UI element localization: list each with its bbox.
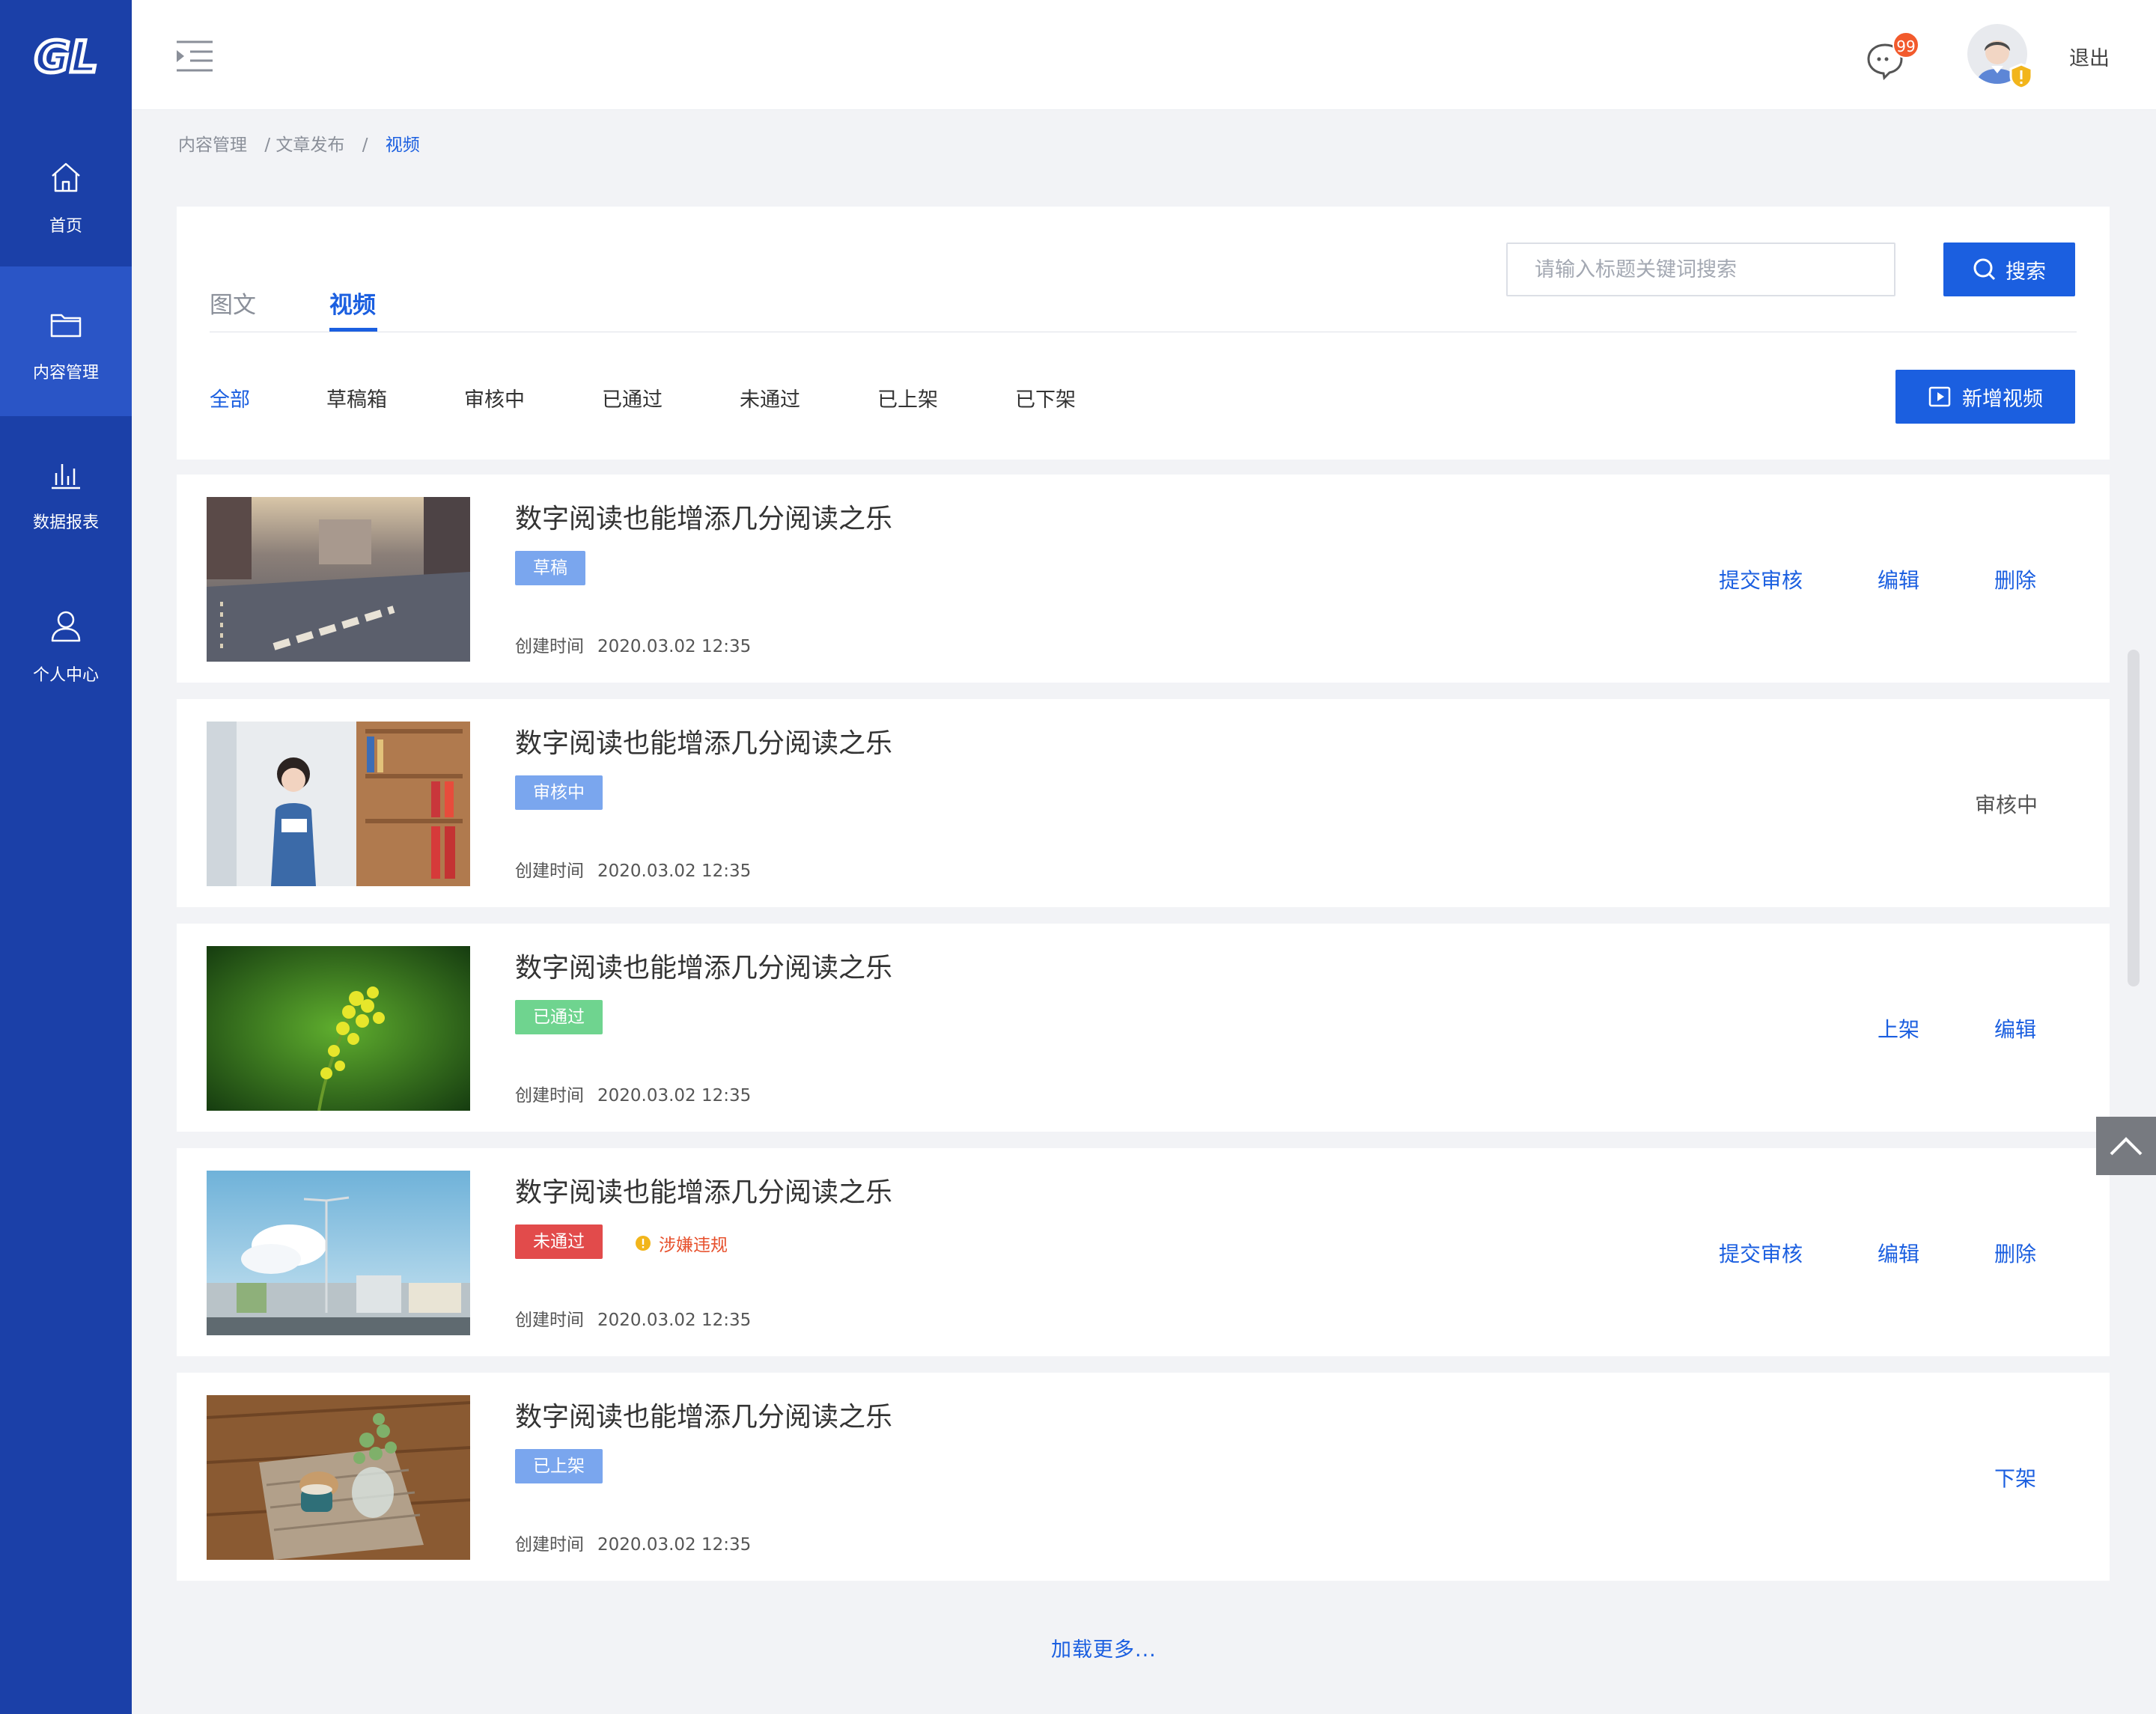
- list-item: 数字阅读也能增添几分阅读之乐 已通过 创建时间 2020.03.02 12:35 …: [177, 924, 2110, 1132]
- chevron-up-icon: [2110, 1137, 2143, 1156]
- edit-link[interactable]: 编辑: [1878, 564, 1919, 594]
- edit-link[interactable]: 编辑: [1878, 1238, 1919, 1268]
- list-item: 数字阅读也能增添几分阅读之乐 未通过 涉嫌违规 创建时间 2020.03.02 1…: [177, 1148, 2110, 1356]
- video-thumbnail[interactable]: [207, 1395, 470, 1560]
- menu-toggle-icon[interactable]: [174, 37, 216, 75]
- created-time: 创建时间 2020.03.02 12:35: [515, 1535, 752, 1555]
- delete-link[interactable]: 删除: [1994, 1238, 2036, 1268]
- search-button[interactable]: 搜索: [1943, 243, 2075, 296]
- add-video-button[interactable]: 新增视频: [1895, 370, 2075, 424]
- review-status-text: 审核中: [1975, 793, 2038, 817]
- submit-review-link[interactable]: 提交审核: [1719, 564, 1803, 594]
- status-badge: 未通过: [515, 1224, 603, 1259]
- sidebar-item-label: 内容管理: [32, 364, 99, 382]
- breadcrumb: 内容管理 / 文章发布 / 视频: [178, 130, 432, 156]
- breadcrumb-separator: /: [362, 135, 368, 155]
- search-button-label: 搜索: [2006, 260, 2046, 284]
- filter-unpublished[interactable]: 已下架: [1015, 383, 1076, 412]
- sidebar-item-label: 个人中心: [32, 666, 99, 685]
- status-badge: 已上架: [515, 1449, 603, 1483]
- sidebar-item-label: 数据报表: [32, 513, 99, 532]
- filter-all[interactable]: 全部: [210, 383, 250, 412]
- submit-review-link[interactable]: 提交审核: [1719, 1238, 1803, 1268]
- breadcrumb-current: 视频: [385, 135, 420, 155]
- home-icon: [52, 162, 80, 192]
- video-thumbnail[interactable]: [207, 946, 470, 1111]
- add-video-label: 新增视频: [1962, 387, 2043, 411]
- delete-link[interactable]: 删除: [1994, 564, 2036, 594]
- status-badge: 审核中: [515, 775, 603, 810]
- breadcrumb-item[interactable]: / 文章发布: [264, 135, 344, 155]
- item-title[interactable]: 数字阅读也能增添几分阅读之乐: [515, 497, 892, 536]
- created-time: 创建时间 2020.03.02 12:35: [515, 637, 752, 656]
- message-count-badge: 99: [1892, 31, 1919, 58]
- item-title[interactable]: 数字阅读也能增添几分阅读之乐: [515, 1171, 892, 1210]
- filter-approved[interactable]: 已通过: [602, 383, 663, 412]
- user-icon: [51, 611, 81, 642]
- created-time: 创建时间 2020.03.02 12:35: [515, 861, 752, 881]
- filter-reviewing[interactable]: 审核中: [464, 383, 525, 412]
- back-to-top-button[interactable]: [2096, 1117, 2156, 1175]
- sidebar-item-profile[interactable]: 个人中心: [0, 608, 132, 757]
- item-title[interactable]: 数字阅读也能增添几分阅读之乐: [515, 722, 892, 760]
- tab-video[interactable]: 视频: [329, 286, 376, 320]
- top-bar: 99 退出: [132, 0, 2156, 110]
- unpublish-link[interactable]: 下架: [1994, 1463, 2036, 1492]
- filter-panel: 图文 视频 搜索 全部 草稿箱 审核中 已通过 未通过 已上架 已下架 新增视频: [177, 207, 2110, 460]
- logout-link[interactable]: 退出: [2069, 42, 2110, 71]
- svg-text:GL: GL: [34, 31, 98, 82]
- created-time: 创建时间 2020.03.02 12:35: [515, 1311, 752, 1330]
- sidebar: GL 首页 内容管理 数据报表 个人中心: [0, 0, 132, 1714]
- list-item: 数字阅读也能增添几分阅读之乐 审核中 创建时间 2020.03.02 12:35 …: [177, 699, 2110, 907]
- created-time: 创建时间 2020.03.02 12:35: [515, 1086, 752, 1105]
- list-item: 数字阅读也能增添几分阅读之乐 草稿 创建时间 2020.03.02 12:35 提…: [177, 475, 2110, 683]
- filter-drafts[interactable]: 草稿箱: [326, 383, 387, 412]
- sidebar-item-content[interactable]: 内容管理: [0, 266, 132, 416]
- video-play-icon: [1928, 386, 1951, 407]
- load-more-link[interactable]: 加载更多...: [1051, 1633, 1157, 1662]
- edit-link[interactable]: 编辑: [1994, 1013, 2036, 1043]
- warning-icon: [636, 1236, 651, 1251]
- video-thumbnail[interactable]: [207, 497, 470, 662]
- filter-published[interactable]: 已上架: [877, 383, 938, 412]
- status-badge: 已通过: [515, 1000, 603, 1034]
- list-item: 数字阅读也能增添几分阅读之乐 已上架 创建时间 2020.03.02 12:35 …: [177, 1373, 2110, 1581]
- sidebar-item-label: 首页: [49, 217, 82, 236]
- bar-chart-icon: [52, 464, 80, 490]
- search-icon: [1973, 258, 1996, 281]
- scrollbar[interactable]: [2128, 650, 2140, 986]
- status-badge: 草稿: [515, 551, 585, 585]
- app-logo[interactable]: GL: [33, 30, 99, 82]
- violation-warning: 涉嫌违规: [635, 1230, 728, 1256]
- folder-icon: [50, 314, 82, 338]
- item-title[interactable]: 数字阅读也能增添几分阅读之乐: [515, 946, 892, 985]
- video-thumbnail[interactable]: [207, 722, 470, 886]
- sidebar-item-reports[interactable]: 数据报表: [0, 455, 132, 605]
- search-input[interactable]: [1506, 243, 1895, 296]
- publish-link[interactable]: 上架: [1878, 1013, 1919, 1043]
- item-title[interactable]: 数字阅读也能增添几分阅读之乐: [515, 1395, 892, 1434]
- video-thumbnail[interactable]: [207, 1171, 470, 1335]
- tab-image-text[interactable]: 图文: [210, 286, 256, 320]
- avatar[interactable]: [1966, 22, 2038, 94]
- filter-rejected[interactable]: 未通过: [740, 383, 800, 412]
- breadcrumb-item[interactable]: 内容管理: [178, 135, 247, 155]
